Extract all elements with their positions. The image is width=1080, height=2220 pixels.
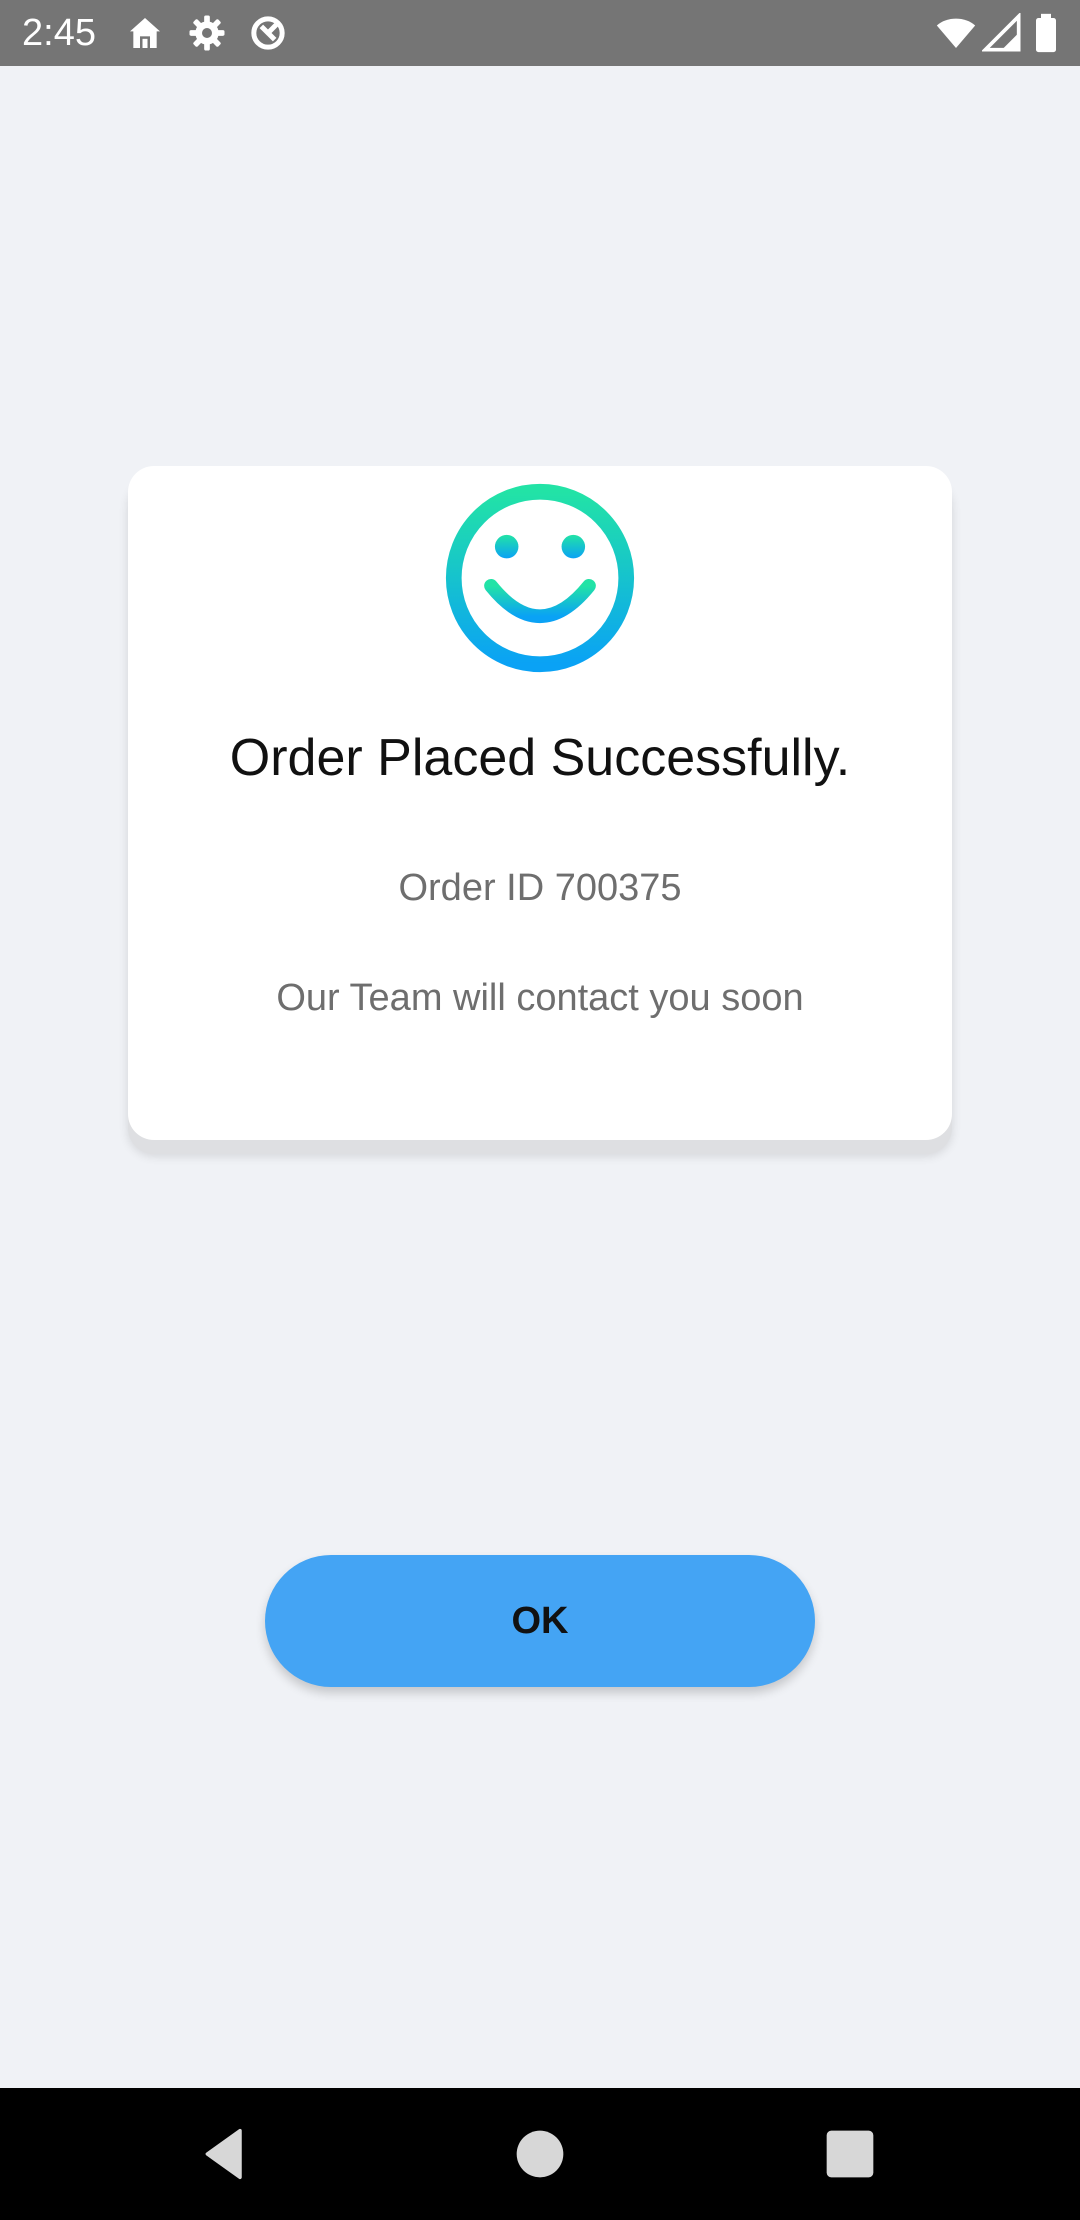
status-time: 2:45	[22, 12, 96, 54]
ok-button[interactable]: OK	[265, 1555, 815, 1687]
cellular-signal-icon	[982, 13, 1021, 52]
wifi-icon	[936, 18, 976, 48]
order-success-card: Order Placed Successfully. Order ID 7003…	[128, 466, 952, 1140]
navigation-bar	[0, 2088, 1080, 2220]
smiley-face-icon	[445, 483, 635, 673]
home-icon	[130, 18, 160, 48]
settings-gear-icon	[189, 15, 225, 51]
battery-icon	[1036, 13, 1056, 53]
order-success-title: Order Placed Successfully.	[229, 729, 851, 787]
status-bar: 2:45	[0, 0, 1080, 66]
order-id-text: Order ID 700375	[398, 867, 682, 909]
recents-icon[interactable]	[822, 2126, 878, 2182]
contact-message: Our Team will contact you soon	[276, 977, 804, 1019]
data-saver-icon	[251, 16, 285, 50]
home-button-icon[interactable]	[512, 2126, 568, 2182]
back-icon[interactable]	[198, 2126, 254, 2182]
